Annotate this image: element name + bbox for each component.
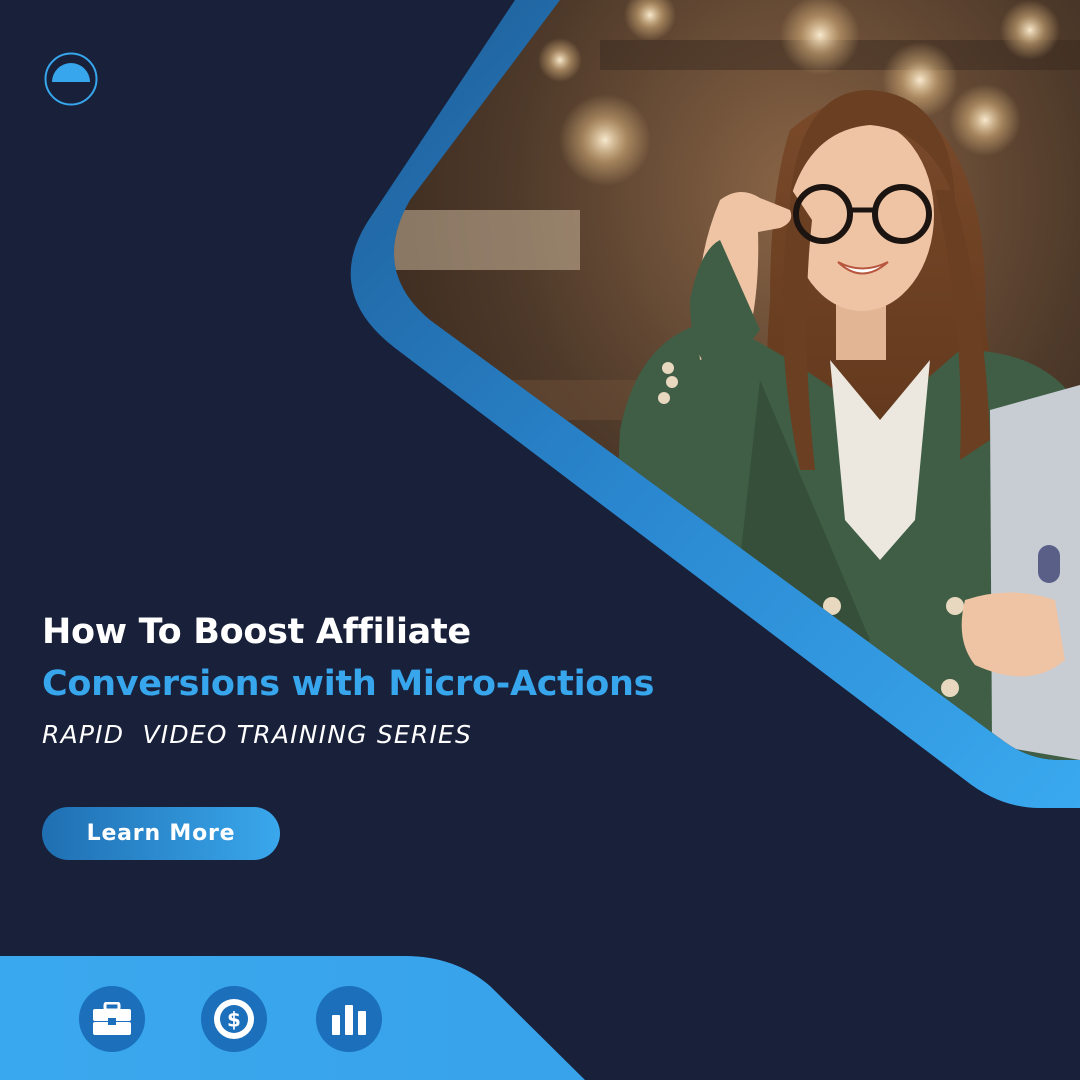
- learn-more-button[interactable]: Learn More: [42, 807, 280, 860]
- headline: How To Boost Affiliate Conversions with …: [42, 606, 655, 710]
- half-circle-logo-icon: [44, 52, 98, 106]
- headline-line-2: Conversions with Micro-Actions: [42, 664, 655, 704]
- headline-line-1: How To Boost Affiliate: [42, 612, 471, 652]
- dollar-coin-icon: $: [201, 986, 267, 1052]
- bar-chart-icon: [316, 986, 382, 1052]
- briefcase-icon: [79, 986, 145, 1052]
- promo-banner: How To Boost Affiliate Conversions with …: [0, 0, 1080, 1080]
- series-subtitle: RAPID VIDEO TRAINING SERIES: [42, 720, 473, 749]
- hero-photo-frame: [350, 0, 1080, 808]
- svg-text:$: $: [227, 1008, 241, 1032]
